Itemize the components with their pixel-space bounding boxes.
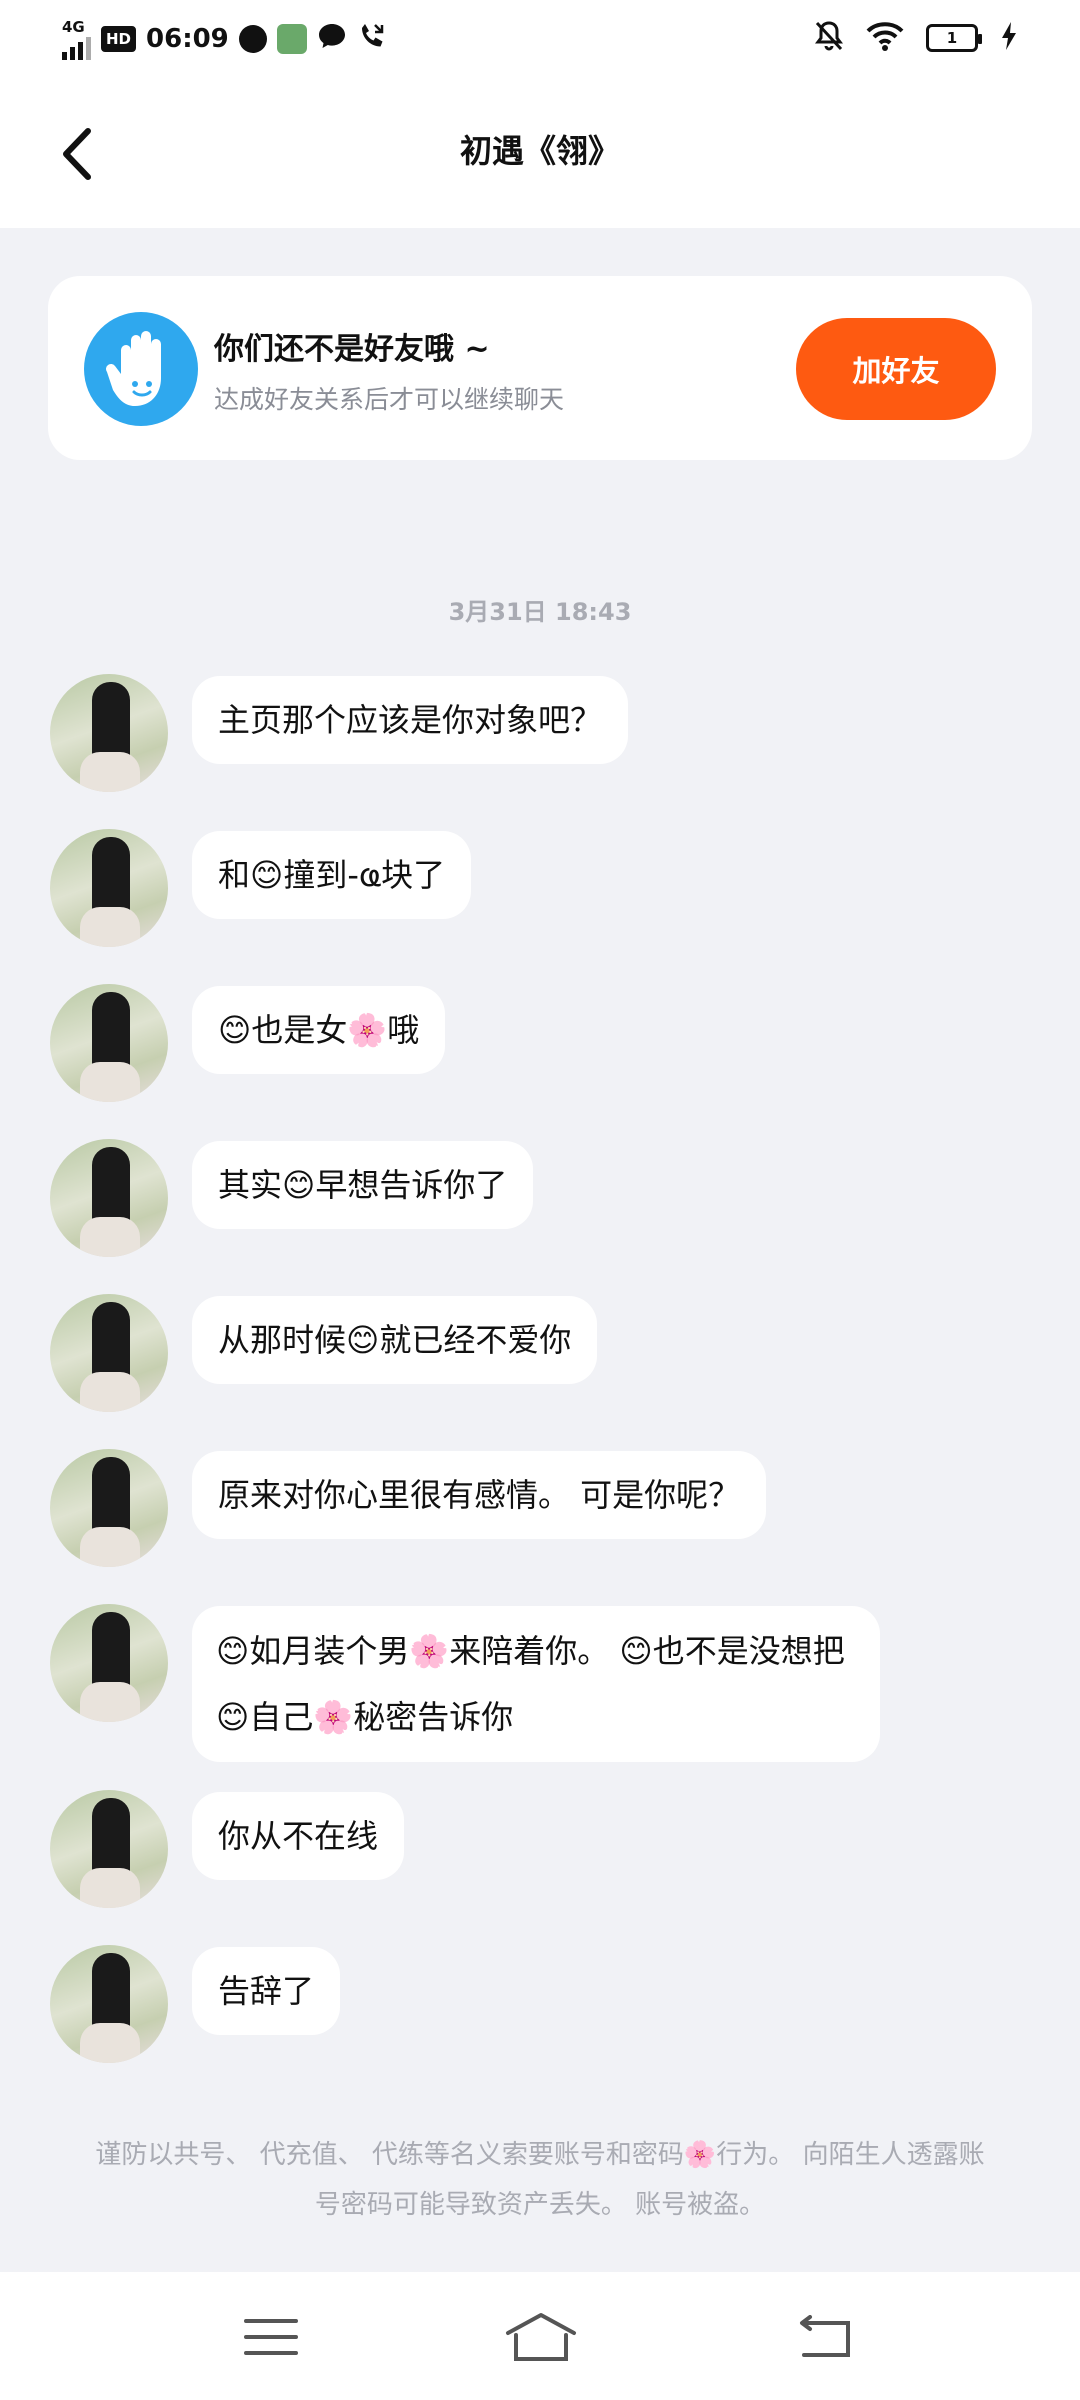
- nav-bar: [0, 2272, 1080, 2400]
- avatar[interactable]: [50, 1945, 168, 2063]
- message-bubble[interactable]: 你从不在线: [192, 1792, 405, 1880]
- hd-badge: HD: [101, 26, 137, 52]
- wifi-icon: [866, 21, 904, 55]
- banner-title: 你们还不是好友哦 ~: [214, 332, 490, 367]
- battery-icon: 1: [926, 24, 982, 52]
- add-friend-button[interactable]: 加好友: [796, 318, 996, 420]
- home-button[interactable]: [496, 2302, 586, 2372]
- status-left: 4G HD 06:09: [62, 18, 387, 60]
- message-bubble[interactable]: 主页那个应该是你对象吧？: [192, 676, 629, 764]
- menu-icon: [244, 2319, 298, 2355]
- message-bubble[interactable]: 原来对你心里很有感情。 可是你呢？: [192, 1451, 767, 1539]
- signal-icon: 4G: [62, 18, 91, 60]
- mute-icon: [814, 20, 844, 56]
- clock: 06:09: [146, 24, 229, 54]
- phone-icon: [357, 21, 387, 58]
- friend-banner: 你们还不是好友哦 ~ 达成好友关系后才可以继续聊天 加好友: [48, 276, 1032, 460]
- message-bubble[interactable]: 告辞了: [192, 1947, 341, 2035]
- message-bubble[interactable]: 😊也是女🌸哦: [192, 986, 446, 1074]
- message-timestamp: 3月31日 18:43: [448, 598, 632, 626]
- avatar[interactable]: [50, 1449, 168, 1567]
- menu-button[interactable]: [226, 2302, 316, 2372]
- network-type: 4G: [62, 18, 85, 36]
- status-right: 1: [814, 20, 1018, 56]
- message-bubble[interactable]: 😊如月装个男🌸来陪着你。 😊也不是没想把😊自己🌸秘密告诉你: [192, 1606, 880, 1762]
- banner-subtitle: 达成好友关系后才可以继续聊天: [214, 385, 565, 414]
- avatar[interactable]: [50, 1139, 168, 1257]
- hand-icon: [84, 312, 198, 426]
- back-icon: [800, 2315, 850, 2357]
- battery-level: 1: [946, 29, 958, 47]
- security-notice: 谨防以共号、 代充值、 代练等名义索要账号和密码🌸行为。 向陌生人透露账号密码可…: [95, 2140, 985, 2220]
- avatar[interactable]: [50, 674, 168, 792]
- avatar[interactable]: [50, 829, 168, 947]
- page-title: 初遇《翎》: [459, 132, 620, 170]
- chat-header: 初遇《翎》: [0, 80, 1080, 228]
- message-bubble[interactable]: 和😊撞到-ҩ块了: [192, 831, 472, 919]
- avatar[interactable]: [50, 1294, 168, 1412]
- status-bar: 4G HD 06:09 1: [0, 0, 1080, 80]
- message-bubble[interactable]: 从那时候😊就已经不爱你: [192, 1296, 598, 1384]
- wechat-icon: [238, 25, 267, 53]
- avatar[interactable]: [50, 1604, 168, 1722]
- message-icon: [317, 22, 347, 57]
- app-icon: [276, 24, 307, 54]
- avatar[interactable]: [50, 984, 168, 1102]
- avatar[interactable]: [50, 1790, 168, 1908]
- charging-icon: [1000, 21, 1018, 55]
- message-bubble[interactable]: 其实😊早想告诉你了: [192, 1141, 534, 1229]
- back-nav-button[interactable]: [778, 2302, 868, 2372]
- home-icon: [506, 2313, 576, 2361]
